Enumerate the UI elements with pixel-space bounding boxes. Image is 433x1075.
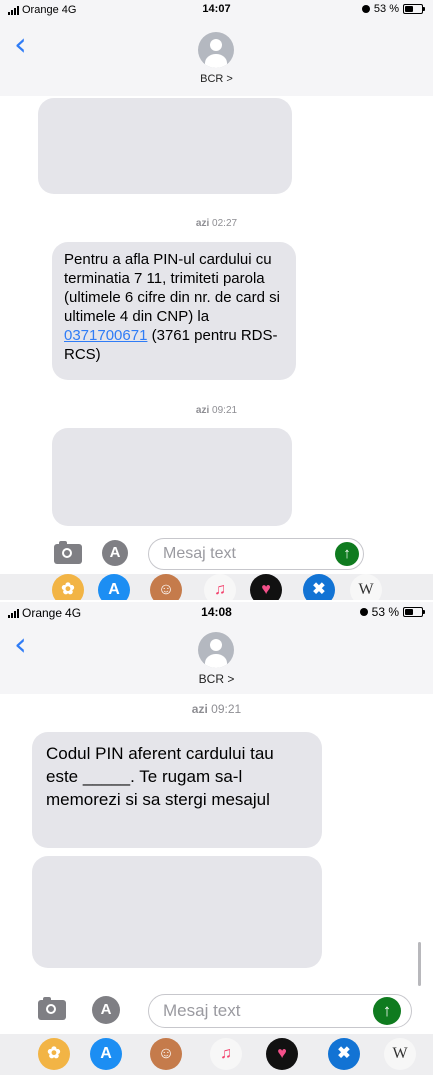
screen-2: Orange 4G 14:08 53 % ‹ BCR > azi 09:21 C… bbox=[0, 602, 433, 1075]
message-input[interactable]: Mesaj text bbox=[148, 538, 364, 570]
app-store-icon[interactable]: A bbox=[98, 574, 130, 600]
app-store-button-icon[interactable]: A bbox=[92, 996, 120, 1024]
message-bubble[interactable]: Pentru a afla PIN-ul cardului cu termina… bbox=[52, 242, 296, 380]
conversation-header: Orange 4G 14:07 53 % ‹ BCR > bbox=[0, 0, 433, 96]
send-arrow-icon[interactable]: ↑ bbox=[373, 997, 401, 1025]
photos-app-icon[interactable]: ✿ bbox=[52, 574, 84, 600]
avatar[interactable] bbox=[198, 32, 234, 68]
message-bubble[interactable]: Codul PIN aferent cardului tau este ____… bbox=[32, 732, 322, 848]
battery-icon bbox=[403, 607, 425, 617]
wikipedia-icon[interactable]: W bbox=[350, 574, 382, 600]
message-bubble-hidden[interactable] bbox=[38, 98, 292, 194]
scrollbar[interactable] bbox=[418, 942, 421, 986]
message-text: Codul PIN aferent cardului tau este ____… bbox=[46, 744, 274, 809]
conversation-header: Orange 4G 14:08 53 % ‹ BCR > bbox=[0, 602, 433, 694]
do-not-disturb-icon bbox=[359, 608, 368, 616]
contact-name[interactable]: BCR > bbox=[0, 73, 433, 85]
music-icon[interactable]: ♫ bbox=[210, 1038, 242, 1070]
phone-link[interactable]: 0371700671 bbox=[64, 327, 147, 344]
wikipedia-icon[interactable]: W bbox=[384, 1038, 416, 1070]
timestamp: azi 02:27 bbox=[195, 218, 238, 229]
memoji-icon[interactable]: ☺ bbox=[150, 1038, 182, 1070]
message-placeholder: Mesaj text bbox=[163, 1001, 241, 1020]
do-not-disturb-icon bbox=[361, 5, 370, 13]
music-icon[interactable]: ♫ bbox=[204, 574, 236, 600]
timestamp: azi 09:21 bbox=[195, 405, 238, 416]
memoji-icon[interactable]: ☺ bbox=[150, 574, 182, 600]
heart-sticker-icon[interactable]: ♥ bbox=[250, 574, 282, 600]
composer: A Mesaj text ↑ bbox=[0, 530, 433, 574]
fitness-icon[interactable]: ✖ bbox=[328, 1038, 360, 1070]
photos-app-icon[interactable]: ✿ bbox=[38, 1038, 70, 1070]
status-bar: Orange 4G 14:07 53 % bbox=[0, 0, 433, 22]
send-arrow-icon[interactable]: ↑ bbox=[335, 542, 359, 566]
battery-info: 53 % bbox=[359, 605, 425, 619]
status-bar: Orange 4G 14:08 53 % bbox=[0, 602, 433, 624]
back-chevron-icon[interactable]: ‹ bbox=[14, 628, 27, 660]
message-bubble-hidden[interactable] bbox=[52, 428, 292, 526]
message-bubble-hidden[interactable] bbox=[32, 856, 322, 968]
app-drawer-strip: ✿ A ☺ ♫ ♥ ✖ W bbox=[0, 1034, 433, 1075]
camera-icon[interactable] bbox=[38, 997, 66, 1020]
avatar[interactable] bbox=[198, 632, 234, 668]
camera-icon[interactable] bbox=[54, 541, 82, 564]
message-text: Pentru a afla PIN-ul cardului cu termina… bbox=[64, 251, 280, 325]
fitness-icon[interactable]: ✖ bbox=[303, 574, 335, 600]
heart-sticker-icon[interactable]: ♥ bbox=[266, 1038, 298, 1070]
contact-name[interactable]: BCR > bbox=[0, 672, 433, 686]
app-store-button-icon[interactable]: A bbox=[102, 540, 128, 566]
timestamp: azi 09:21 bbox=[191, 702, 242, 716]
battery-info: 53 % bbox=[361, 3, 425, 15]
battery-percent: 53 % bbox=[371, 605, 399, 619]
app-store-icon[interactable]: A bbox=[90, 1038, 122, 1070]
message-placeholder: Mesaj text bbox=[163, 545, 236, 562]
app-drawer-strip: ✿ A ☺ ♫ ♥ ✖ W bbox=[0, 574, 433, 600]
screen-1: Orange 4G 14:07 53 % ‹ BCR > azi 02:27 P… bbox=[0, 0, 433, 600]
battery-percent: 53 % bbox=[373, 3, 399, 15]
composer: A Mesaj text ↑ bbox=[0, 988, 433, 1032]
back-chevron-icon[interactable]: ‹ bbox=[14, 28, 27, 60]
battery-icon bbox=[403, 4, 425, 14]
